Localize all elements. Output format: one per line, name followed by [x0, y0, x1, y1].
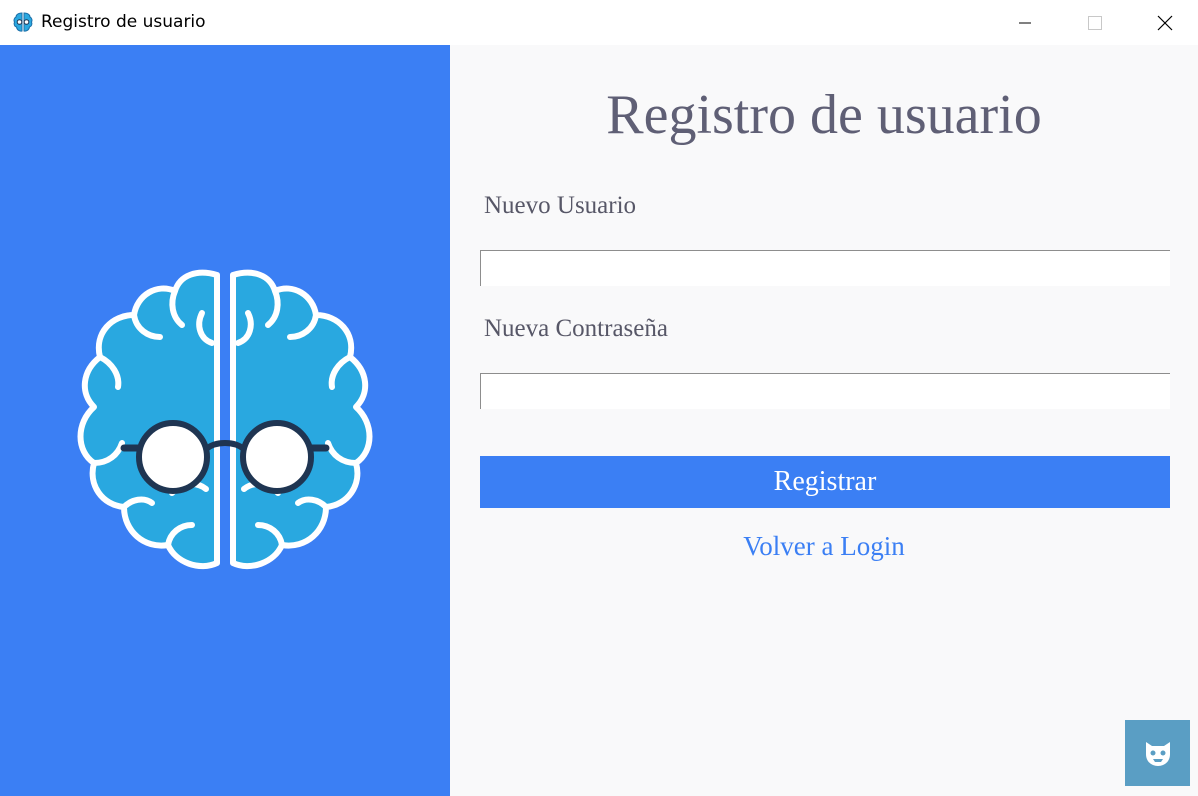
register-button-label: Registrar: [773, 466, 877, 497]
mascot-icon: [1145, 742, 1170, 766]
page-title: Registro de usuario: [606, 84, 1042, 146]
new-password-label: Nueva Contraseña: [484, 315, 668, 342]
title-bar: Registro de usuario: [0, 0, 1198, 45]
new-password-input[interactable]: [480, 373, 1170, 409]
back-to-login-link[interactable]: Volver a Login: [450, 531, 1198, 562]
new-user-label: Nuevo Usuario: [484, 192, 637, 219]
maximize-icon: [1088, 15, 1102, 30]
brain-icon: [13, 12, 33, 32]
minimize-button[interactable]: [990, 0, 1060, 45]
window-title: Registro de usuario: [41, 12, 206, 32]
close-button[interactable]: [1130, 0, 1198, 45]
brain-with-glasses-icon: [77, 269, 373, 570]
maximize-button[interactable]: [1060, 0, 1130, 45]
close-icon: [1157, 15, 1173, 30]
register-form-panel: Registro de usuario Nuevo Usuario Nueva …: [450, 45, 1198, 796]
illustration-panel: [0, 45, 450, 796]
register-button[interactable]: Registrar: [480, 456, 1170, 508]
new-user-input[interactable]: [480, 250, 1170, 286]
mascot-widget[interactable]: [1125, 720, 1190, 786]
minimize-icon: [1019, 22, 1031, 23]
